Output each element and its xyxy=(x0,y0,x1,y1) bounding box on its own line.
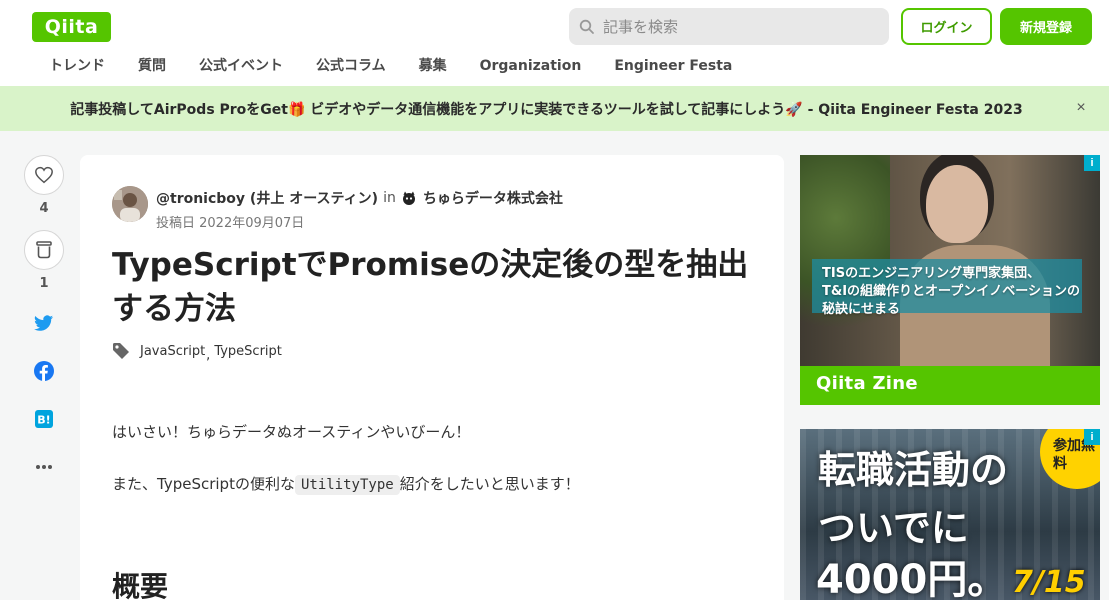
ad2-line-3: 4000円。 xyxy=(816,557,1008,600)
ad2-date: 7/15 xyxy=(1012,565,1086,600)
section-heading: 概要 xyxy=(112,570,169,600)
inline-code: UtilityType xyxy=(294,475,400,495)
announcement-banner[interactable]: 記事投稿してAirPods ProをGet🎁 ビデオやデータ通信機能をアプリに実… xyxy=(0,86,1109,131)
nav-official-columns[interactable]: 公式コラム xyxy=(316,56,386,78)
main-nav: トレンド 質問 公式イベント 公式コラム 募集 Organization Eng… xyxy=(32,56,748,78)
tag-typescript[interactable]: TypeScript xyxy=(214,344,282,359)
nav-recruit[interactable]: 募集 xyxy=(419,56,447,78)
qiita-zine-brand: Qiita Zine xyxy=(816,373,918,394)
in-label: in xyxy=(383,190,396,206)
facebook-icon xyxy=(34,361,54,381)
more-icon xyxy=(36,465,52,469)
more-options[interactable] xyxy=(24,455,64,479)
close-icon[interactable]: × xyxy=(1072,99,1090,117)
ad1-line-1: TISのエンジニアリング専門家集団、 xyxy=(822,266,1041,281)
svg-text:B!: B! xyxy=(37,414,50,427)
like-button[interactable] xyxy=(24,155,64,195)
ad2-line-2: ついでに xyxy=(818,506,969,550)
hatena-share[interactable]: B! xyxy=(24,407,64,431)
qiita-zine-ad[interactable]: TISのエンジニアリング専門家集団、 T&Iの組織作りとオープンイノベーションの… xyxy=(800,155,1100,405)
tag-list: JavaScript , TypeScript xyxy=(112,342,282,363)
heart-icon xyxy=(35,166,53,184)
paragraph-text-after: 紹介をしたいと思います！ xyxy=(399,475,580,493)
stock-icon xyxy=(36,241,52,259)
nav-organization[interactable]: Organization xyxy=(480,56,582,78)
ad-info-icon[interactable]: i xyxy=(1084,429,1100,445)
nav-questions[interactable]: 質問 xyxy=(138,56,166,78)
tag-icon xyxy=(113,343,129,359)
search-input[interactable] xyxy=(603,17,873,36)
article-card: @tronicboy (井上 オースティン) in ちゅらデータ株式会社 投稿日… xyxy=(80,155,784,600)
organization-logo-icon[interactable] xyxy=(401,190,417,206)
ad2-line-1: 転職活動の xyxy=(818,448,1009,492)
job-fair-ad[interactable]: 参加無料 転職活動の ついでに 4000円。 7/15 i xyxy=(800,429,1100,600)
author-line: @tronicboy (井上 オースティン) in ちゅらデータ株式会社 xyxy=(156,188,563,208)
avatar-image xyxy=(112,186,148,222)
banner-text[interactable]: 記事投稿してAirPods ProをGet🎁 ビデオやデータ通信機能をアプリに実… xyxy=(70,99,1022,119)
twitter-icon xyxy=(34,314,54,331)
nav-official-events[interactable]: 公式イベント xyxy=(199,56,283,78)
search-icon xyxy=(579,19,594,34)
login-button[interactable]: ログイン xyxy=(901,8,992,45)
ad1-line-3: 秘訣にせまる xyxy=(822,302,901,317)
ad-person-head xyxy=(926,165,988,243)
stock-count: 1 xyxy=(39,276,49,291)
posted-date: 投稿日 2022年09月07日 xyxy=(156,216,305,231)
twitter-share[interactable] xyxy=(24,311,64,335)
facebook-share[interactable] xyxy=(24,359,64,383)
tag-separator: , xyxy=(206,347,211,363)
paragraph-text-before: また、TypeScriptの便利な xyxy=(112,475,295,493)
second-paragraph: また、TypeScriptの便利な UtilityType 紹介をしたいと思います！ xyxy=(112,473,580,495)
action-rail: 4 1 B! xyxy=(24,155,64,479)
nav-engineer-festa[interactable]: Engineer Festa xyxy=(614,56,732,78)
stock-button[interactable] xyxy=(24,230,64,270)
nav-trend[interactable]: トレンド xyxy=(49,56,105,78)
hatena-bookmark-icon: B! xyxy=(35,410,53,428)
qiita-logo[interactable]: Qiita xyxy=(32,12,111,42)
like-count: 4 xyxy=(39,201,49,216)
tag-javascript[interactable]: JavaScript xyxy=(140,344,205,359)
search-box[interactable] xyxy=(569,8,889,45)
intro-paragraph: はいさい！ちゅらデータぬオースティンやいびーん！ xyxy=(112,423,471,441)
author-avatar[interactable] xyxy=(112,186,148,222)
ad-info-icon[interactable]: i xyxy=(1084,155,1100,171)
ad1-line-2: T&Iの組織作りとオープンイノベーションの xyxy=(822,284,1081,299)
organization-name[interactable]: ちゅらデータ株式会社 xyxy=(423,188,563,208)
site-header: Qiita ログイン 新規登録 トレンド 質問 公式イベント 公式コラム 募集 … xyxy=(0,0,1109,86)
article-title: TypeScriptでPromiseの決定後の型を抽出する方法 xyxy=(112,247,749,327)
signup-button[interactable]: 新規登録 xyxy=(1000,8,1092,45)
author-name[interactable]: @tronicboy (井上 オースティン) xyxy=(156,188,378,208)
